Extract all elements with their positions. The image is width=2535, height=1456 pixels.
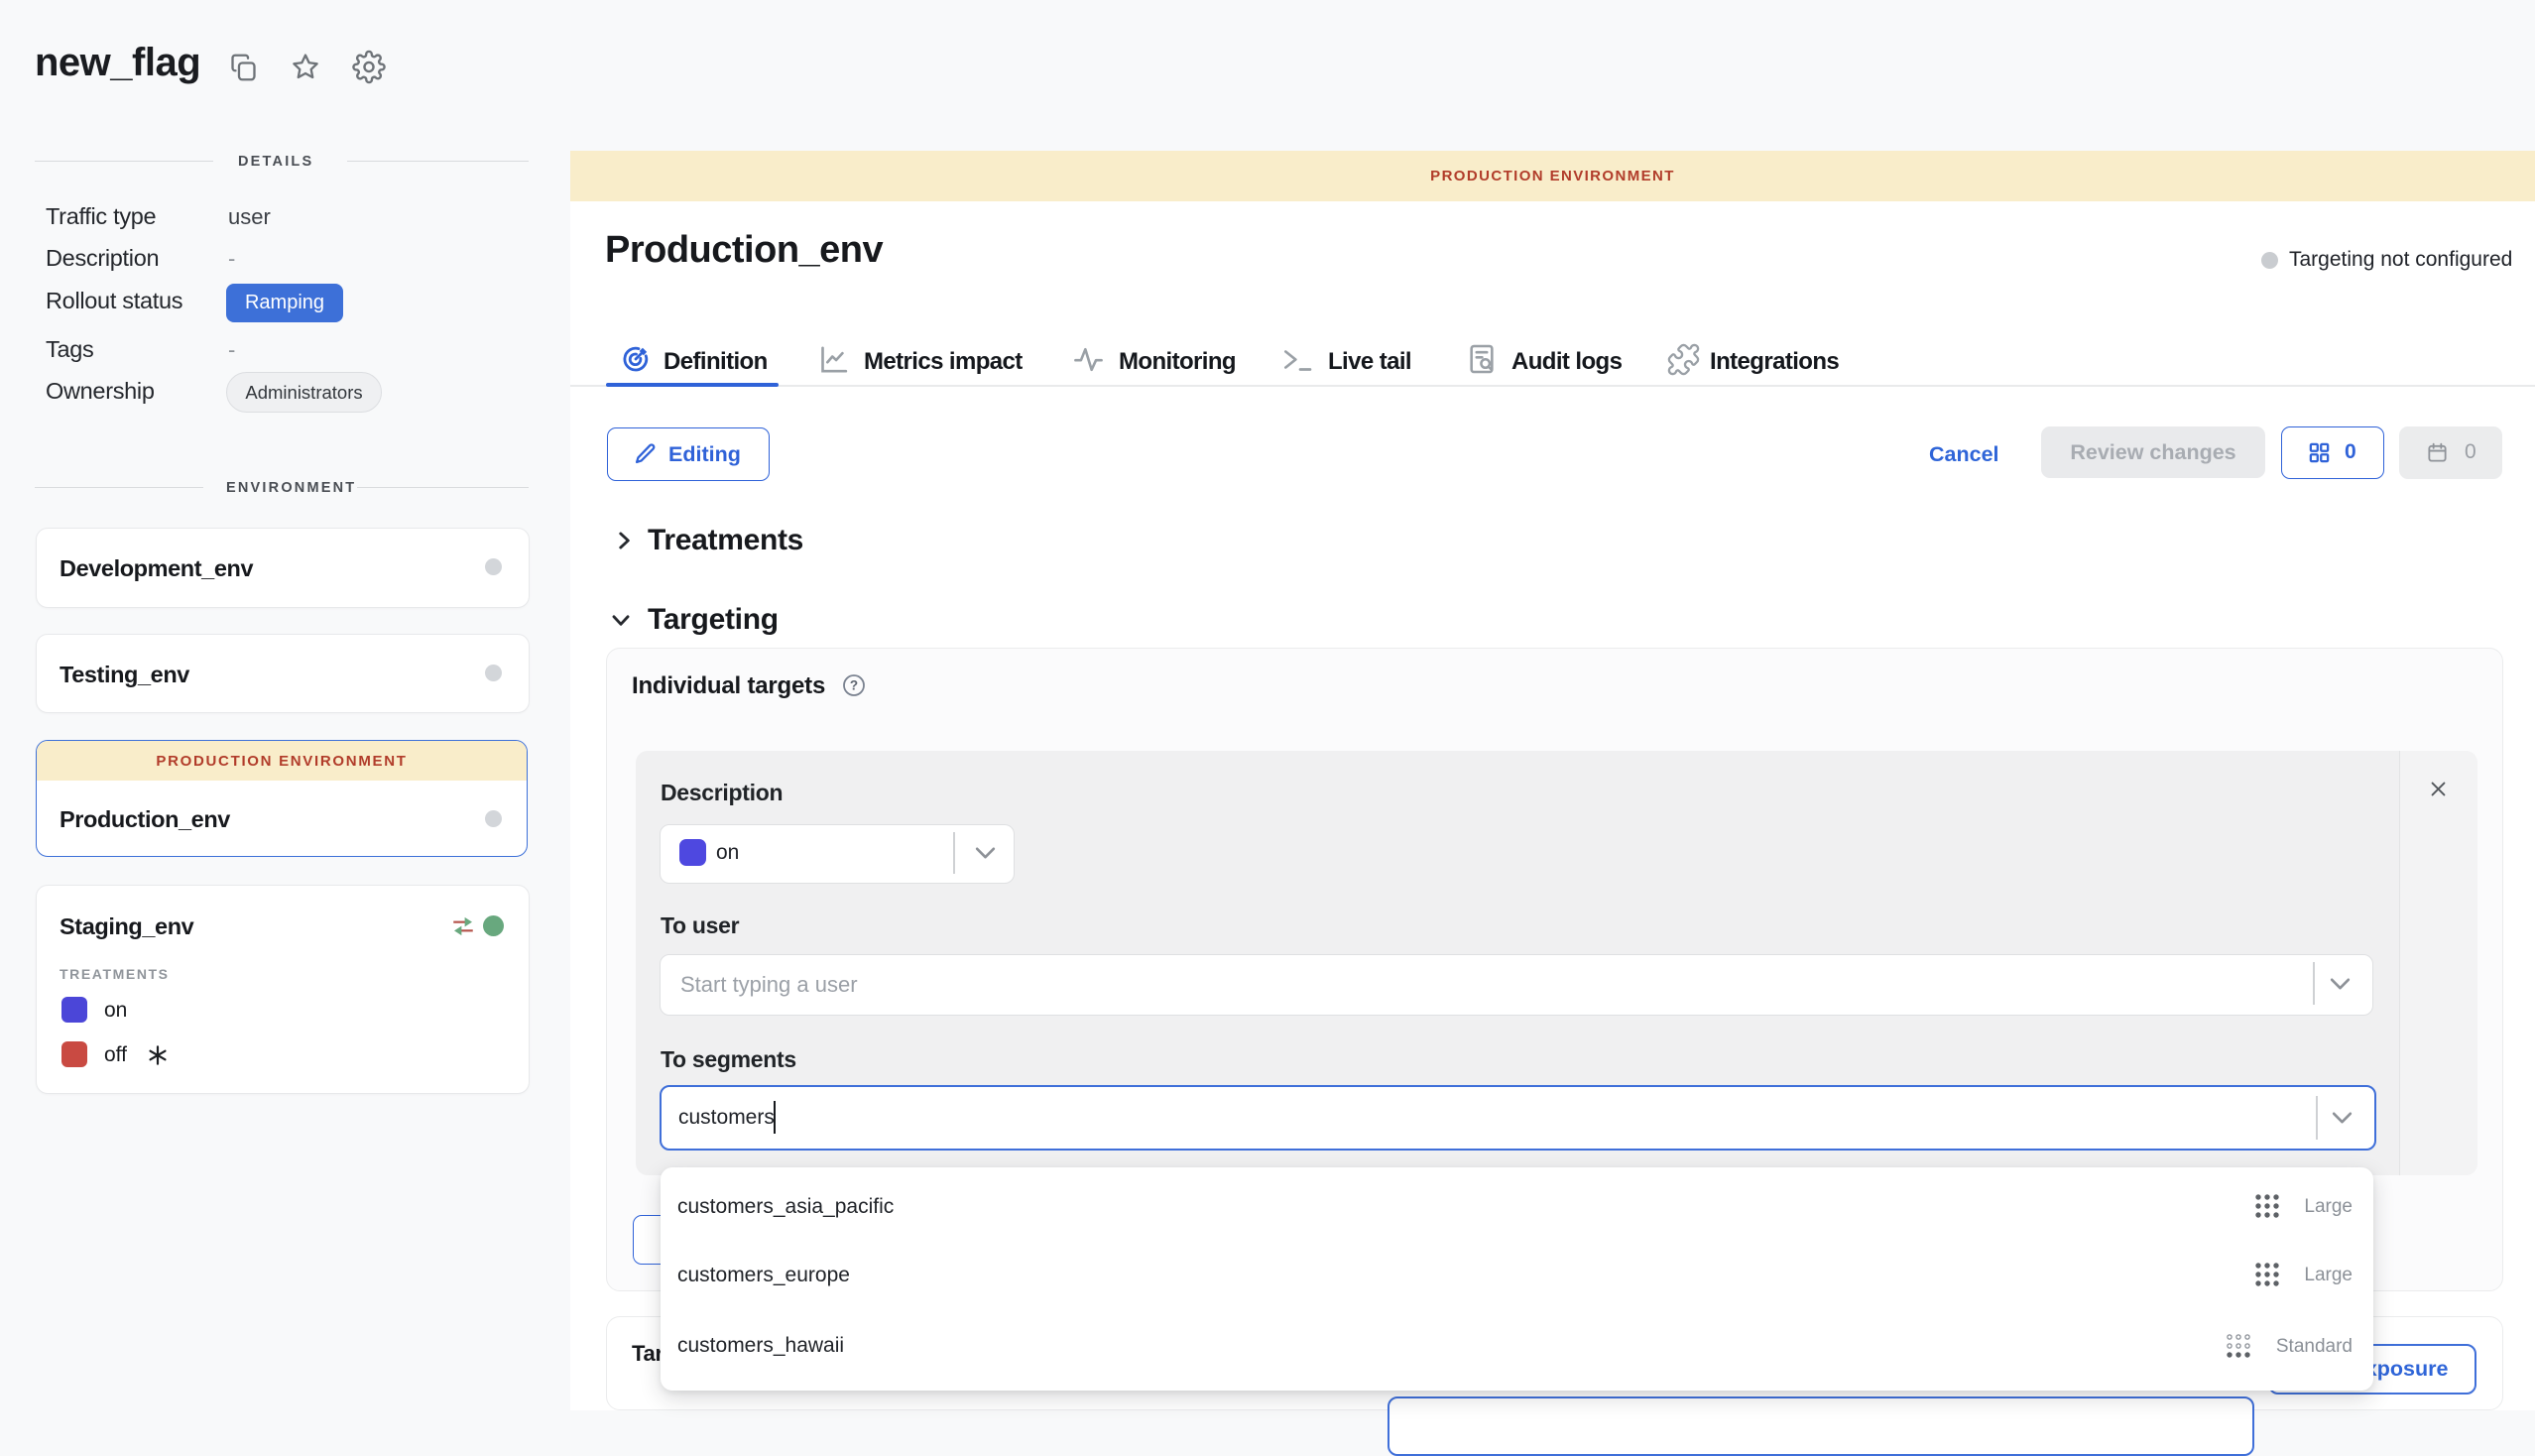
svg-text:?: ? — [850, 678, 858, 693]
